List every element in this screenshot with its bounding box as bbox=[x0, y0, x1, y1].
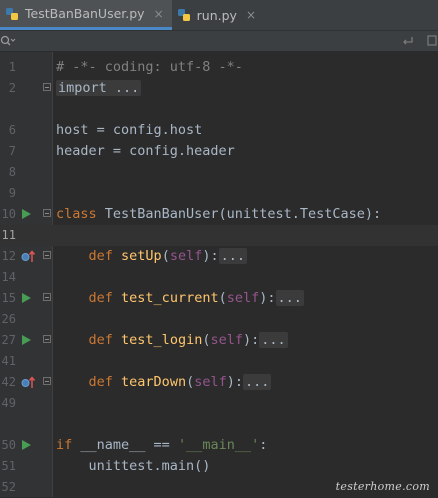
line-number: 42 bbox=[1, 375, 16, 389]
code-line: 6 host = config.host bbox=[0, 120, 438, 141]
code-text: # -*- coding: utf-8 -*- bbox=[56, 59, 243, 75]
name-comparison: __name__ == bbox=[72, 437, 178, 453]
tab-run[interactable]: run.py × bbox=[172, 0, 264, 30]
line-number: 52 bbox=[1, 480, 16, 494]
code-line: 12 def setUp(self):... bbox=[0, 246, 438, 267]
paren: ( bbox=[218, 290, 227, 306]
python-file-icon bbox=[177, 9, 190, 21]
line-number: 10 bbox=[1, 207, 16, 221]
python-file-icon bbox=[6, 7, 18, 20]
line-number: 26 bbox=[1, 312, 16, 326]
method-name: setUp bbox=[121, 248, 162, 264]
collapsed-body[interactable]: ... bbox=[243, 374, 272, 390]
line-number: 41 bbox=[1, 354, 16, 368]
code-line: 9 bbox=[0, 183, 438, 204]
search-icon[interactable] bbox=[0, 33, 16, 49]
keyword-class: class bbox=[56, 206, 97, 222]
code-line: 26 bbox=[0, 309, 438, 330]
line-number: 50 bbox=[1, 438, 16, 452]
method-name: test_login bbox=[121, 332, 203, 348]
keyword-if: if bbox=[56, 437, 73, 453]
paren-colon: ): bbox=[259, 290, 276, 306]
search-strip bbox=[0, 31, 438, 52]
fold-expand-icon[interactable] bbox=[43, 251, 51, 259]
line-number: 27 bbox=[1, 333, 16, 347]
code-line: 14 bbox=[0, 267, 438, 288]
tab-testbanbanuser[interactable]: TestBanBanUser.py × bbox=[0, 0, 172, 30]
run-icon[interactable] bbox=[22, 293, 31, 303]
close-tab-icon[interactable]: × bbox=[154, 7, 164, 21]
override-method-icon[interactable] bbox=[21, 250, 35, 263]
collapsed-body[interactable]: ... bbox=[259, 332, 288, 348]
line-number: 15 bbox=[1, 291, 16, 305]
code-line: 41 bbox=[0, 351, 438, 372]
code-text: unittest.main() bbox=[88, 458, 211, 474]
self-keyword: self bbox=[226, 290, 260, 306]
fold-expand-icon[interactable] bbox=[43, 293, 51, 301]
watermark: testerhome.com bbox=[335, 480, 430, 493]
code-line: 27 def test_login(self):... bbox=[0, 330, 438, 351]
tab-label: run.py bbox=[196, 7, 237, 23]
code-line: 15 def test_current(self):... bbox=[0, 288, 438, 309]
code-line: 8 bbox=[0, 162, 438, 183]
run-icon[interactable] bbox=[22, 209, 31, 219]
line-number: 1 bbox=[8, 60, 16, 74]
run-icon[interactable] bbox=[22, 335, 31, 345]
keyword-def: def bbox=[88, 248, 113, 264]
fold-expand-icon[interactable] bbox=[43, 335, 51, 343]
code-line: 10 class TestBanBanUser(unittest.TestCas… bbox=[0, 204, 438, 225]
line-number: 6 bbox=[8, 123, 16, 137]
code-line: 42 def tearDown(self):... bbox=[0, 372, 438, 393]
current-line: 11 bbox=[0, 225, 438, 246]
class-declaration: TestBanBanUser(unittest.TestCase): bbox=[96, 206, 382, 222]
method-name: tearDown bbox=[121, 374, 187, 390]
collapsed-body[interactable]: ... bbox=[275, 290, 304, 306]
tab-label: TestBanBanUser.py bbox=[25, 6, 145, 21]
paren-colon: ): bbox=[202, 248, 219, 264]
paren: ( bbox=[186, 374, 195, 390]
fold-expand-icon[interactable] bbox=[43, 377, 51, 385]
code-line: 50 if __name__ == '__main__': bbox=[0, 435, 438, 456]
line-number: 49 bbox=[1, 396, 16, 410]
line-number: 9 bbox=[8, 186, 16, 200]
paren-colon: ): bbox=[226, 374, 243, 390]
line-number: 14 bbox=[1, 270, 16, 284]
line-number: 2 bbox=[8, 81, 16, 95]
keyword-def: def bbox=[88, 290, 113, 306]
override-method-icon[interactable] bbox=[21, 376, 35, 389]
run-icon[interactable] bbox=[22, 440, 31, 450]
collapsed-body[interactable]: ... bbox=[218, 248, 247, 264]
code-text: host = config.host bbox=[56, 122, 203, 138]
replace-icon[interactable] bbox=[400, 33, 416, 49]
keyword-def: def bbox=[88, 374, 113, 390]
fold-expand-icon[interactable] bbox=[43, 83, 51, 91]
code-line: 7 header = config.header bbox=[0, 141, 438, 162]
line-number: 7 bbox=[8, 144, 16, 158]
line-number: 11 bbox=[1, 228, 16, 242]
filter-icon[interactable] bbox=[426, 33, 438, 49]
code-line: 1 # -*- coding: utf-8 -*- bbox=[0, 57, 438, 78]
paren: ( bbox=[161, 248, 170, 264]
line-number: 51 bbox=[1, 459, 16, 473]
self-keyword: self bbox=[194, 374, 227, 390]
colon: : bbox=[259, 437, 268, 453]
method-name: test_current bbox=[121, 290, 219, 306]
self-keyword: self bbox=[210, 332, 243, 348]
line-number: 8 bbox=[8, 165, 16, 179]
code-line: 49 bbox=[0, 393, 438, 414]
editor-tab-bar: TestBanBanUser.py × run.py × bbox=[0, 0, 438, 31]
code-line: 51 unittest.main() bbox=[0, 456, 438, 477]
paren-colon: ): bbox=[242, 332, 260, 348]
code-text: header = config.header bbox=[56, 143, 235, 159]
close-tab-icon[interactable]: × bbox=[246, 8, 256, 22]
collapsed-imports[interactable]: import ... bbox=[56, 80, 142, 96]
fold-collapse-icon[interactable] bbox=[43, 209, 51, 217]
line-number: 12 bbox=[1, 249, 16, 263]
keyword-def: def bbox=[88, 332, 113, 348]
main-string: '__main__' bbox=[177, 437, 260, 453]
code-line: 2 import ... bbox=[0, 78, 438, 99]
self-keyword: self bbox=[169, 248, 203, 264]
